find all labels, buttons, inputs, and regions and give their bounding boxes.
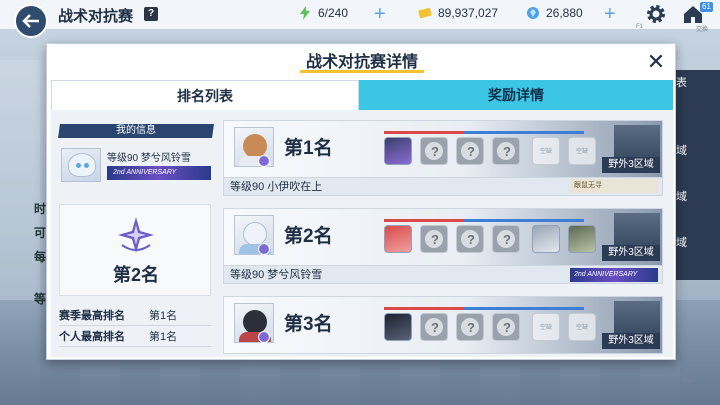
tab-bar: 排名列表 奖励详情 (51, 80, 673, 110)
lightning-icon (300, 6, 310, 20)
team-slot-unknown: ? (456, 225, 484, 253)
team-slot-character (384, 313, 412, 341)
region-label: 野外3区域 (602, 333, 660, 349)
team-slot-character (384, 137, 412, 165)
rank-label: 第3名 (284, 314, 333, 335)
home-caption: 交换 (696, 27, 709, 33)
team-slot-unknown: ? (492, 313, 520, 341)
bg-tab-2: 域 (676, 145, 687, 157)
help-icon[interactable]: ? (144, 7, 158, 21)
stat-season-best: 赛季最高排名 第1名 (59, 306, 211, 326)
team-slot-empty: 空缺 (532, 137, 560, 165)
team-slot-empty: 空缺 (532, 313, 560, 341)
stat-label: 个人最高排名 (59, 331, 125, 343)
back-button[interactable] (14, 4, 48, 38)
region-label: 野外3区域 (602, 157, 660, 173)
bg-tab-4: 域 (676, 237, 687, 249)
team-slot-unknown: ? (420, 313, 448, 341)
bg-tab-1: 表 (676, 77, 687, 89)
team-lineup: ? ? ? (384, 219, 596, 259)
my-info-header: 我的信息 (58, 124, 214, 138)
arrow-left-icon (22, 14, 39, 28)
region-thumbnail (614, 213, 660, 247)
tab-ranking-list[interactable]: 排名列表 (51, 80, 359, 110)
player-level-name: 等级90 小伊吹在上 (230, 181, 323, 193)
ranking-row-card: 第2名 ? ? ? 野外3区域 (223, 208, 663, 266)
add-gems-button[interactable]: + (604, 4, 616, 24)
bg-label-3: 每 (34, 250, 47, 264)
rank-chip-icon (258, 331, 270, 343)
rank-emblem-icon (118, 217, 154, 253)
player-tag: 跟鼠无寻 (570, 179, 658, 193)
gems-counter: 26,880 (526, 6, 583, 20)
ranking-row-card: 第1名 ? ? ? 空缺 空缺 野外3区域 (223, 120, 663, 178)
ranking-row[interactable]: 第3名 ? ? ? 空缺 空缺 野外3区域 (223, 296, 663, 359)
my-rank-card: 第2名 (59, 204, 211, 296)
anniversary-banner: 2nd ANNIVERSARY (107, 166, 211, 180)
dialog-title: 战术对抗赛详情 (305, 54, 418, 71)
team-slot-unknown: ? (420, 137, 448, 165)
team-slot-character (384, 225, 412, 253)
team-slot-unknown: ? (492, 225, 520, 253)
team-slot-character (568, 225, 596, 253)
credits-value: 89,937,027 (438, 6, 499, 20)
stat-personal-best: 个人最高排名 第1名 (59, 327, 211, 347)
team-slot-empty: 空缺 (568, 137, 596, 165)
ranking-row[interactable]: 第2名 ? ? ? 野外3区域 等级90 梦兮风铃雪 2nd ANNIVERSA… (223, 208, 663, 284)
f1-caption: F1 (636, 24, 644, 30)
details-dialog: 战术对抗赛详情 ✕ 排名列表 奖励详情 我的信息 等级90 梦兮风铃雪 2nd … (46, 43, 676, 360)
background-right-panel: 表 域 域 域 (672, 70, 720, 280)
stamina-value: 6/240 (318, 6, 349, 20)
region-thumbnail (614, 125, 660, 159)
rank-chip-icon (258, 243, 270, 255)
rank-chip-icon (258, 155, 270, 167)
page-title: 战术对抗赛 (58, 8, 134, 25)
ranking-row-card: 第3名 ? ? ? 空缺 空缺 野外3区域 (223, 296, 663, 354)
tab-caption: Tab (682, 378, 694, 385)
my-level-name: 等级90 梦兮风铃雪 (107, 153, 191, 164)
player-level-name: 等级90 梦兮风铃雪 (230, 269, 323, 281)
stamina-counter: 6/240 (298, 6, 348, 20)
rank-label: 第2名 (284, 226, 333, 247)
region-label: 野外3区域 (602, 245, 660, 261)
team-lineup: ? ? ? 空缺 空缺 (384, 131, 596, 171)
team-slot-unknown: ? (456, 137, 484, 165)
team-slot-unknown: ? (456, 313, 484, 341)
my-info-header-label: 我的信息 (116, 125, 156, 136)
tab-reward-details[interactable]: 奖励详情 (359, 80, 673, 110)
gem-icon (527, 7, 539, 19)
stat-value: 第1名 (149, 331, 178, 343)
close-button[interactable]: ✕ (645, 51, 667, 74)
ranking-row[interactable]: 第1名 ? ? ? 空缺 空缺 野外3区域 等级90 小伊吹在上 跟鼠无寻 (223, 120, 663, 196)
stat-value: 第1名 (149, 310, 178, 322)
credit-icon (418, 7, 432, 19)
region-thumbnail (614, 301, 660, 335)
player-info-bar: 等级90 小伊吹在上 跟鼠无寻 (223, 178, 663, 196)
bg-label-2: 可 (34, 226, 47, 240)
mail-count-badge: 61 (700, 2, 713, 12)
gems-value: 26,880 (546, 6, 583, 20)
bg-label-4: 等 (34, 292, 47, 306)
add-stamina-button[interactable]: + (374, 4, 386, 24)
bg-tab-3: 域 (676, 191, 687, 203)
bg-label-1: 时 (34, 202, 47, 216)
credits-counter: 89,937,027 (418, 6, 498, 20)
team-slot-character (532, 225, 560, 253)
team-slot-unknown: ? (492, 137, 520, 165)
my-rank: 第2名 (112, 265, 159, 285)
stat-label: 赛季最高排名 (59, 310, 125, 322)
rank-label: 第1名 (284, 138, 333, 159)
team-slot-unknown: ? (420, 225, 448, 253)
team-lineup: ? ? ? 空缺 空缺 (384, 307, 596, 347)
my-avatar (61, 148, 101, 182)
team-slot-empty: 空缺 (568, 313, 596, 341)
top-bar: 战术对抗赛 ? 6/240 + 89,937,027 26,880 + 61 交… (0, 0, 720, 33)
player-tag: 2nd ANNIVERSARY (570, 268, 658, 282)
gear-icon[interactable] (645, 3, 667, 25)
title-underline (300, 70, 424, 73)
player-info-bar: 等级90 梦兮风铃雪 2nd ANNIVERSARY (223, 266, 663, 284)
